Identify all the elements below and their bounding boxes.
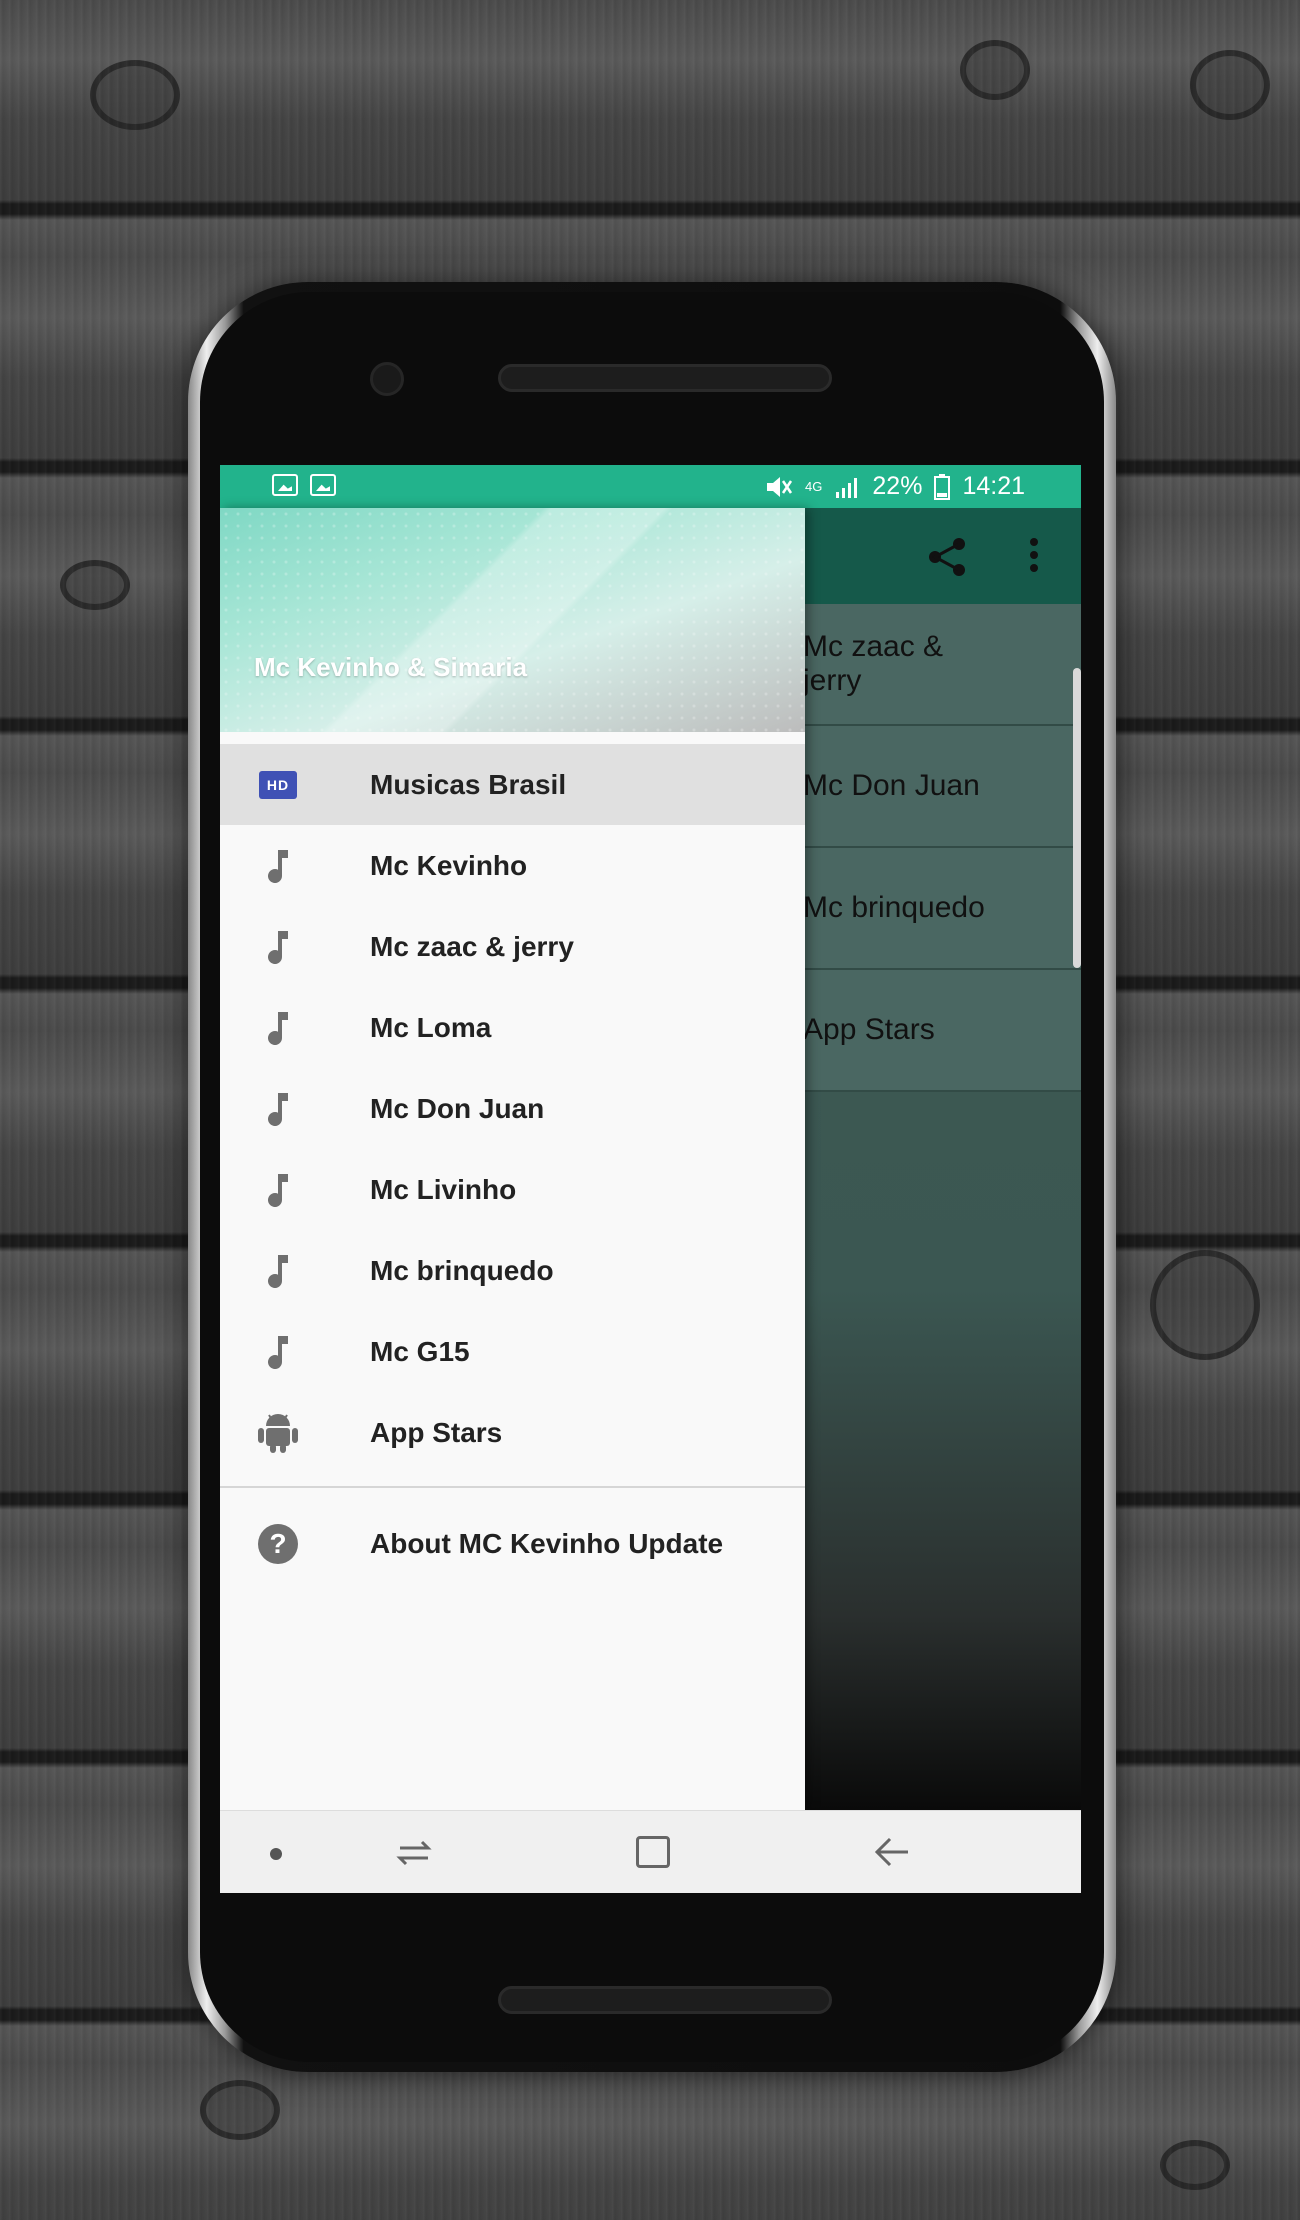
battery-percent: 22% [872,472,923,500]
drawer-item-mc-zaac-jerry[interactable]: Mc zaac & jerry [220,906,805,987]
music-note-icon [256,844,300,888]
wood-knot [90,60,180,130]
bottom-speaker [498,1986,832,2014]
wood-knot [1190,50,1270,120]
drawer-item-mc-brinquedo[interactable]: Mc brinquedo [220,1230,805,1311]
drawer-item-label: Musicas Brasil [370,768,567,800]
drawer-item-label: Mc brinquedo [370,1254,554,1286]
drawer-item-label: Mc Kevinho [370,849,528,881]
music-note-icon [256,1249,300,1293]
navigation-drawer: Mc Kevinho & Simaria HD Musicas Brasil M… [220,508,805,1810]
wood-knot [200,2080,280,2140]
nav-dot-icon[interactable] [270,1848,282,1860]
drawer-header: Mc Kevinho & Simaria [220,508,805,732]
help-icon: ? [256,1522,300,1566]
wood-knot [1160,2140,1230,2190]
scrollbar [1073,668,1081,968]
list-item-label: Mc brinquedo [803,891,985,924]
drawer-item-mc-kevinho[interactable]: Mc Kevinho [220,825,805,906]
drawer-item-about[interactable]: ? About MC Kevinho Update [220,1504,805,1584]
gallery-notification-icon [272,474,298,496]
drawer-item-mc-loma[interactable]: Mc Loma [220,987,805,1068]
top-speaker [498,364,832,392]
music-note-icon [256,1168,300,1212]
list-item-label: Mc zaac & jerry [803,630,944,697]
drawer-title: Mc Kevinho & Simaria [254,652,528,682]
phone-screen: 4G 22% 14:21 Mc zaac & jerry Mc Don Juan… [220,465,1081,1893]
music-note-icon [256,925,300,969]
signal-icon [836,477,858,498]
wood-knot [60,560,130,610]
hd-icon: HD [256,763,300,807]
status-bar: 4G 22% 14:21 [220,465,1081,508]
drawer-menu: HD Musicas Brasil Mc Kevinho Mc zaac & j… [220,744,805,1584]
clock: 14:21 [962,472,1025,500]
drawer-item-musicas-brasil[interactable]: HD Musicas Brasil [220,744,805,825]
list-item-label: Mc Don Juan [803,769,980,802]
drawer-item-mc-don-juan[interactable]: Mc Don Juan [220,1068,805,1149]
battery-icon [934,473,951,500]
drawer-item-label: Mc Livinho [370,1173,517,1205]
drawer-item-label: About MC Kevinho Update [370,1528,724,1559]
music-note-icon [256,1330,300,1374]
wood-knot [960,40,1030,100]
network-type: 4G [805,478,823,494]
menu-divider [220,1486,805,1488]
drawer-item-app-stars[interactable]: App Stars [220,1392,805,1473]
drawer-item-label: Mc zaac & jerry [370,930,574,962]
drawer-item-label: Mc Don Juan [370,1092,545,1124]
hd-badge: HD [259,770,297,799]
more-options-icon[interactable] [1028,536,1040,576]
mute-icon [767,476,793,497]
drawer-item-mc-g15[interactable]: Mc G15 [220,1311,805,1392]
back-arrow-icon[interactable] [874,1835,910,1869]
front-camera [370,362,404,396]
drawer-item-label: App Stars [370,1416,503,1448]
drawer-item-label: Mc G15 [370,1335,470,1367]
wood-knot [1150,1250,1260,1360]
drawer-item-mc-livinho[interactable]: Mc Livinho [220,1149,805,1230]
music-note-icon [256,1006,300,1050]
music-note-icon [256,1087,300,1131]
list-item-label: App Stars [803,1013,935,1046]
home-button-icon[interactable] [636,1836,670,1868]
system-navigation-bar [220,1810,1081,1893]
recent-apps-icon[interactable] [396,1836,432,1868]
help-glyph: ? [258,1524,298,1564]
map-notification-icon [310,474,336,496]
share-icon[interactable] [926,536,968,578]
android-icon [256,1411,300,1455]
drawer-item-label: Mc Loma [370,1011,492,1043]
